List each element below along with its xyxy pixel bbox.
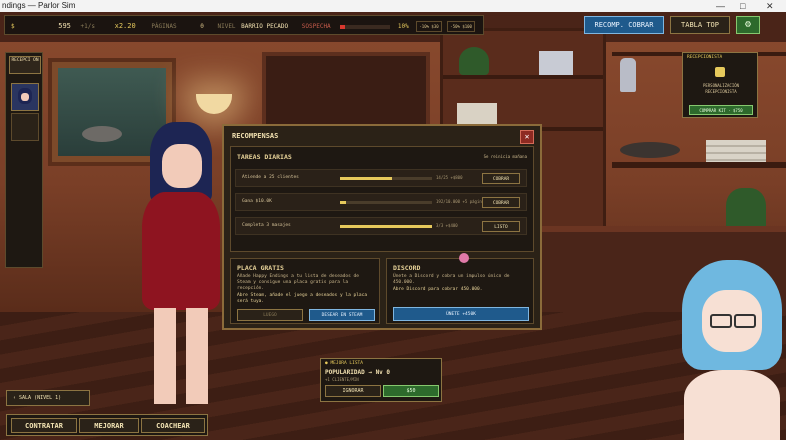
bottom-action-bar: CONTRATAR MEJORAR COACHEAR <box>6 414 208 436</box>
coach-button[interactable]: COACHEAR <box>141 418 205 433</box>
lock-panel-title: RECEPCIONISTA <box>687 55 723 60</box>
upgrade-tag: ● MEJORA LISTA <box>325 361 363 366</box>
task-progress-bar <box>340 225 432 228</box>
stone-bowl <box>620 142 680 158</box>
top-hud: $ 595 +1/s x2.20 PÁGINAS 0 NIVEL BARRIO … <box>4 15 484 35</box>
close-window-button[interactable]: ✕ <box>766 0 774 12</box>
upgrade-popup: ● MEJORA LISTA POPULARIDAD → Nv 0 +1 CLI… <box>320 358 442 402</box>
free-plaque-section: PLACA GRATIS Añade Happy Endings a tu li… <box>230 258 380 324</box>
wall-shelf-mid <box>612 162 786 168</box>
multiplier-badge: x2.20 <box>114 22 136 30</box>
window-title: ndings — Parlor Sim <box>2 1 76 10</box>
streamer-avatar <box>680 260 786 440</box>
upgrade-button[interactable]: MEJORAR <box>79 418 139 433</box>
masseuse-character[interactable] <box>136 122 232 422</box>
task-progress-text: 192/10.000 +5 páginas <box>436 199 487 204</box>
suspicion-bar-fill <box>340 24 346 29</box>
towel-stack <box>706 140 766 162</box>
sidebar-title: RECEPCI ON <box>9 56 41 74</box>
staff-portrait-slot[interactable] <box>11 83 39 111</box>
suspicion-mod-1[interactable]: -10% $30 <box>416 21 442 32</box>
daily-tasks-title: TAREAS DIARIAS <box>237 153 292 161</box>
buy-kit-button[interactable]: COMPRAR KIT · $750 <box>689 105 753 115</box>
window-titlebar: ndings — Parlor Sim — □ ✕ <box>0 0 786 12</box>
task-label: Gana $10.0K <box>242 199 272 204</box>
suspicion-bar <box>340 24 391 29</box>
wishlist-steam-button[interactable]: DESEAR EN STEAM <box>309 309 375 321</box>
free-plaque-sub: Abre Steam, añade el juego a deseados y … <box>237 293 368 304</box>
minimize-button[interactable]: — <box>716 0 725 12</box>
suspicion-label: SOSPECHA <box>301 23 331 30</box>
staff-sidebar: RECEPCI ON <box>5 52 43 268</box>
receptionist-lock-panel: RECEPCIONISTA PERSONALIZACIÓN RECEPCIONI… <box>682 52 758 118</box>
discord-sub: Abre Discord para cobrar 450.000. <box>393 287 483 292</box>
money-value: 595 <box>58 22 71 30</box>
pages-value: 0 <box>200 23 204 30</box>
join-discord-button[interactable]: ÚNETE +450K <box>393 307 529 321</box>
ignore-button[interactable]: IGNORAR <box>325 385 381 397</box>
task-progress-fill <box>340 177 392 180</box>
leaderboard-button[interactable]: TABLA TOP <box>670 16 730 34</box>
daily-task-row: Completa 3 masajes 3/3 +$400 LISTO <box>235 217 527 235</box>
room-selector-button[interactable]: ‹ SALA (NIVEL 1) <box>6 390 90 406</box>
discord-desc: Únete a Discord y cobra un impulso único… <box>393 274 510 285</box>
daily-task-row: Gana $10.0K 192/10.000 +5 páginas COBRAR <box>235 193 527 211</box>
upgrade-tag-text: MEJORA LISTA <box>330 361 363 366</box>
task-claim-button[interactable]: COBRAR <box>482 173 520 184</box>
level-label: NIVEL <box>217 23 236 30</box>
pages-label: PÁGINAS <box>151 23 177 30</box>
hire-button[interactable]: CONTRATAR <box>11 418 77 433</box>
task-progress-bar <box>340 177 432 180</box>
lock-icon <box>715 67 725 77</box>
close-modal-icon[interactable]: ✕ <box>520 130 534 144</box>
money-rate: +1/s <box>80 23 95 30</box>
lock-panel-text: PERSONALIZACIÓN RECEPCIONISTA <box>702 83 740 94</box>
discord-title: DISCORD <box>393 264 421 272</box>
suspicion-mod-2[interactable]: -50% $100 <box>447 21 475 32</box>
vase-icon <box>620 58 636 92</box>
later-button[interactable]: LUEGO <box>237 309 303 321</box>
suspicion-percent: 10% <box>397 23 409 30</box>
task-label: Atiende a 25 clientes <box>242 175 299 180</box>
task-label: Completa 3 masajes <box>242 223 291 228</box>
upgrade-sub: +1 CLIENTE/MIN <box>325 377 359 382</box>
wall-lamp <box>196 94 232 114</box>
claim-rewards-button[interactable]: RECOMP. COBRAR <box>584 16 664 34</box>
money-icon: $ <box>11 23 15 30</box>
discord-badge-icon <box>459 253 469 263</box>
dot-icon: ● <box>325 361 328 366</box>
daily-task-row: Atiende a 25 clientes 14/25 +$800 COBRAR <box>235 169 527 187</box>
rewards-modal: RECOMPENSAS ✕ TAREAS DIARIAS Se reinicia… <box>222 124 542 330</box>
discord-section: DISCORD Únete a Discord y cobra un impul… <box>386 253 534 324</box>
empty-staff-slot[interactable] <box>11 113 39 141</box>
task-claim-button[interactable]: LISTO <box>482 221 520 232</box>
daily-reset-text: Se reinicia mañana <box>483 154 527 159</box>
modal-title: RECOMPENSAS <box>232 132 279 140</box>
maximize-button[interactable]: □ <box>740 0 745 12</box>
upgrade-title: POPULARIDAD → Nv 0 <box>325 369 391 376</box>
daily-tasks-section: TAREAS DIARIAS Se reinicia mañana Atiend… <box>230 146 534 252</box>
task-progress-text: 14/25 +$800 <box>436 175 463 180</box>
task-progress-bar <box>340 201 432 204</box>
buy-upgrade-button[interactable]: $50 <box>383 385 439 397</box>
free-plaque-desc: Añade Happy Endings a tu lista de desead… <box>237 274 359 291</box>
task-claim-button[interactable]: COBRAR <box>482 197 520 208</box>
task-progress-fill <box>340 225 432 228</box>
district-name: BARRIO PECADO <box>241 23 289 30</box>
task-progress-fill <box>340 201 346 204</box>
task-progress-text: 3/3 +$400 <box>436 223 458 228</box>
settings-gear-icon[interactable]: ⚙ <box>736 16 760 34</box>
free-plaque-title: PLACA GRATIS <box>237 264 284 272</box>
